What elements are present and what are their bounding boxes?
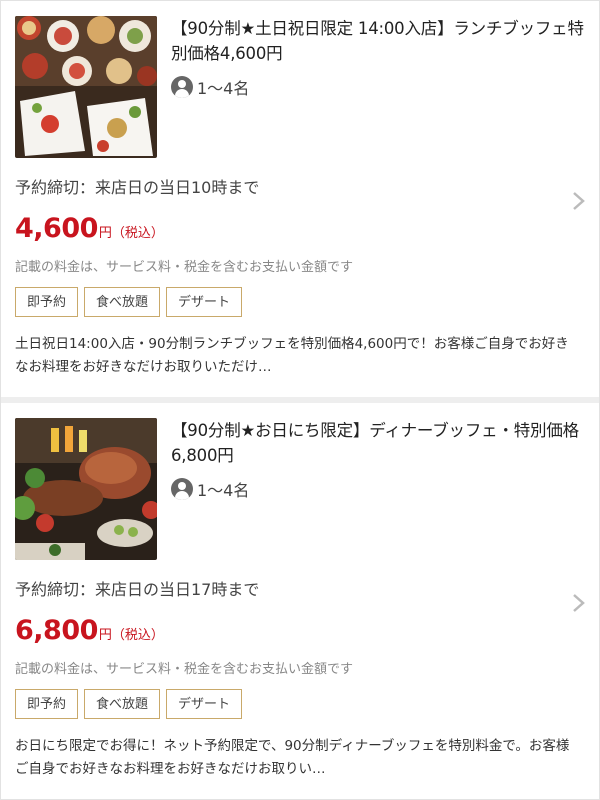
tag-instant-booking: 即予約 (15, 287, 79, 317)
tag-dessert: デザート (166, 287, 243, 317)
lunch-buffet-photo (15, 16, 157, 158)
tag-dessert: デザート (166, 689, 243, 719)
tag-instant-booking: 即予約 (15, 689, 79, 719)
price-note: 記載の料金は、サービス料・税金を含むお支払い金額です (15, 260, 354, 275)
reservation-deadline: 予約締切：来店日の当日10時まで (15, 178, 260, 197)
price-unit: 円（税込） (98, 226, 164, 241)
price-value: 4,600 (15, 213, 98, 244)
plan-description: 土日祝日14:00入店・90分制ランチブッフェを特別価格4,600円で！お客様ご… (15, 336, 569, 375)
tag-all-you-can-eat: 食べ放題 (84, 689, 161, 719)
capacity: 1〜4名 (171, 477, 585, 501)
plan-title[interactable]: 【90分制★土日祝日限定 14:00入店】ランチブッフェ特別価格4,600円 (171, 16, 585, 66)
tag-list: 即予約 食べ放題 デザート (15, 689, 585, 719)
person-icon (171, 76, 193, 98)
tag-all-you-can-eat: 食べ放題 (84, 287, 161, 317)
capacity: 1〜4名 (171, 75, 585, 99)
capacity-text: 1〜4名 (197, 79, 250, 98)
plan-card[interactable]: 【90分制★土日祝日限定 14:00入店】ランチブッフェ特別価格4,600円 1… (1, 1, 599, 397)
price-unit: 円（税込） (98, 628, 164, 643)
plan-description: お日にち限定でお得に！ネット予約限定で、90分制ディナーブッフェを特別料金で。お… (15, 738, 570, 777)
dinner-buffet-photo (15, 418, 157, 560)
capacity-text: 1〜4名 (197, 481, 250, 500)
price-note: 記載の料金は、サービス料・税金を含むお支払い金額です (15, 662, 354, 677)
price-row: 6,800 円（税込） (15, 615, 585, 646)
plan-card[interactable]: 【90分制★お日にち限定】ディナーブッフェ・特別価格6,800円 1〜4名 予約… (1, 397, 599, 795)
person-icon (171, 478, 193, 500)
chevron-right-icon[interactable] (571, 593, 587, 613)
tag-list: 即予約 食べ放題 デザート (15, 287, 585, 317)
price-value: 6,800 (15, 615, 98, 646)
plan-title[interactable]: 【90分制★お日にち限定】ディナーブッフェ・特別価格6,800円 (171, 418, 585, 468)
reservation-deadline: 予約締切：来店日の当日17時まで (15, 580, 260, 599)
chevron-right-icon[interactable] (571, 191, 587, 211)
price-row: 4,600 円（税込） (15, 213, 585, 244)
